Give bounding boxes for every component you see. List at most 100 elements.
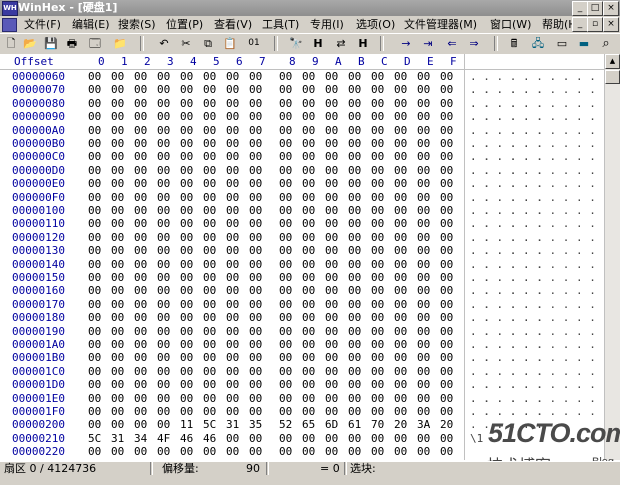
paste-icon[interactable]: 📋 <box>222 36 238 51</box>
hex-byte[interactable]: 00 <box>394 298 407 311</box>
hex-byte[interactable]: 00 <box>157 365 170 378</box>
hex-byte[interactable]: 00 <box>417 378 430 391</box>
hex-byte[interactable]: 00 <box>88 271 101 284</box>
hex-byte[interactable]: 00 <box>249 284 262 297</box>
hex-byte[interactable]: 00 <box>279 217 292 230</box>
hex-byte[interactable]: 00 <box>203 231 216 244</box>
hex-byte[interactable]: 00 <box>371 405 384 418</box>
hex-byte[interactable]: 00 <box>348 231 361 244</box>
goto-icon[interactable]: ⇥ <box>420 36 436 51</box>
hex-byte[interactable]: 00 <box>325 191 338 204</box>
hex-byte[interactable]: 00 <box>371 70 384 83</box>
hex-byte[interactable]: 00 <box>417 405 430 418</box>
hex-byte[interactable]: 00 <box>417 97 430 110</box>
hex-byte[interactable]: 00 <box>325 325 338 338</box>
hex-byte[interactable]: 00 <box>279 365 292 378</box>
hex-byte[interactable]: 00 <box>417 231 430 244</box>
hex-byte[interactable]: 00 <box>417 70 430 83</box>
hex-row[interactable]: 000001C0 00 00 00 00 00 00 00 00 00 00 00 00 00 00 00 00… <box>0 365 604 391</box>
hex-byte[interactable]: 00 <box>88 231 101 244</box>
hex-byte[interactable]: 00 <box>440 137 453 150</box>
hex-row[interactable]: 00000110 00 00 00 00 00 00 00 00 00 00 00 00 00 00 00 00… <box>0 217 604 243</box>
hex-byte[interactable]: 00 <box>226 97 239 110</box>
hex-row[interactable]: 00000160 00 00 00 00 00 00 00 00 00 00 00 00 00 00 00 00… <box>0 284 604 310</box>
hex-byte[interactable]: 00 <box>279 325 292 338</box>
hex-byte[interactable]: 00 <box>134 258 147 271</box>
hex-byte[interactable]: 00 <box>348 83 361 96</box>
hex-byte[interactable]: 00 <box>134 191 147 204</box>
hex-byte[interactable]: 00 <box>134 378 147 391</box>
hex-byte[interactable]: 00 <box>325 298 338 311</box>
hex-byte[interactable]: 00 <box>394 124 407 137</box>
hex-byte[interactable]: 00 <box>302 137 315 150</box>
hex-byte[interactable]: 00 <box>348 351 361 364</box>
hex-byte[interactable]: 00 <box>440 432 453 445</box>
hex-byte[interactable]: 00 <box>203 378 216 391</box>
vertical-scrollbar[interactable]: ▲ <box>604 54 620 460</box>
hex-byte[interactable]: 00 <box>279 378 292 391</box>
hex-byte[interactable]: 00 <box>394 338 407 351</box>
hex-byte[interactable]: 00 <box>279 204 292 217</box>
hex-byte[interactable]: 00 <box>417 204 430 217</box>
hex-byte[interactable]: 00 <box>302 150 315 163</box>
replace-icon[interactable]: ⇄ <box>333 36 349 51</box>
hex-byte[interactable]: 00 <box>371 244 384 257</box>
hex-byte[interactable]: 00 <box>203 244 216 257</box>
hex-byte[interactable]: 00 <box>226 258 239 271</box>
hex-byte[interactable]: 00 <box>302 124 315 137</box>
hex-byte[interactable]: 00 <box>302 164 315 177</box>
hex-byte[interactable]: 00 <box>371 258 384 271</box>
hex-byte[interactable]: 00 <box>417 137 430 150</box>
hex-byte[interactable]: 00 <box>302 445 315 458</box>
hex-byte[interactable]: 00 <box>203 298 216 311</box>
hex-byte[interactable]: 00 <box>226 110 239 123</box>
hex-byte[interactable]: 00 <box>325 405 338 418</box>
hex-byte[interactable]: 00 <box>157 164 170 177</box>
hex-byte[interactable]: 00 <box>394 70 407 83</box>
hex-byte[interactable]: 00 <box>180 244 193 257</box>
hex-byte[interactable]: 00 <box>279 83 292 96</box>
hex-byte[interactable]: 00 <box>111 70 124 83</box>
hex-byte[interactable]: 00 <box>157 284 170 297</box>
hex-byte[interactable]: 00 <box>371 432 384 445</box>
hex-byte[interactable]: 00 <box>440 124 453 137</box>
hex-byte[interactable]: 00 <box>157 83 170 96</box>
hex-byte[interactable]: 00 <box>302 204 315 217</box>
hex-byte[interactable]: 70 <box>371 418 384 431</box>
hex-byte[interactable]: 00 <box>226 311 239 324</box>
hex-byte[interactable]: 00 <box>203 110 216 123</box>
hex-byte[interactable]: 00 <box>371 311 384 324</box>
hex-byte[interactable]: 00 <box>203 392 216 405</box>
hex-byte[interactable]: 00 <box>88 124 101 137</box>
menu-specialist[interactable]: 专用(I) <box>310 16 344 33</box>
hex-row[interactable]: 000001D0 00 00 00 00 00 00 00 00 00 00 00 00 00 00 00 00… <box>0 378 604 404</box>
hex-row[interactable]: 000001E0 00 00 00 00 00 00 00 00 00 00 00 00 00 00 00 00… <box>0 392 604 418</box>
menu-window[interactable]: 窗口(W) <box>490 16 531 33</box>
hex-byte[interactable]: 00 <box>249 258 262 271</box>
hex-byte[interactable]: 00 <box>180 311 193 324</box>
hex-byte[interactable]: 00 <box>88 445 101 458</box>
hex-byte[interactable]: 00 <box>302 177 315 190</box>
hex-byte[interactable]: 00 <box>325 217 338 230</box>
hex-byte[interactable]: 00 <box>111 137 124 150</box>
hex-byte[interactable]: 00 <box>157 110 170 123</box>
hex-byte[interactable]: 00 <box>302 311 315 324</box>
hex-byte[interactable]: 00 <box>417 445 430 458</box>
hex-byte[interactable]: 00 <box>88 244 101 257</box>
hex-byte[interactable]: 00 <box>302 244 315 257</box>
hex-byte[interactable]: 00 <box>226 164 239 177</box>
hex-byte[interactable]: 00 <box>226 244 239 257</box>
hex-byte[interactable]: 00 <box>417 351 430 364</box>
menu-search[interactable]: 搜索(S) <box>118 16 156 33</box>
hex-byte[interactable]: 00 <box>226 405 239 418</box>
hex-byte[interactable]: 00 <box>440 177 453 190</box>
hex-byte[interactable]: 00 <box>226 338 239 351</box>
hex-byte[interactable]: 00 <box>302 365 315 378</box>
hex-byte[interactable]: 00 <box>279 164 292 177</box>
hex-byte[interactable]: 5C <box>203 418 216 431</box>
hex-byte[interactable]: 00 <box>134 217 147 230</box>
hex-byte[interactable]: 00 <box>88 110 101 123</box>
hex-row[interactable]: 000001A0 00 00 00 00 00 00 00 00 00 00 00 00 00 00 00 00… <box>0 338 604 364</box>
hex-byte[interactable]: 00 <box>394 284 407 297</box>
hex-byte[interactable]: 00 <box>88 137 101 150</box>
